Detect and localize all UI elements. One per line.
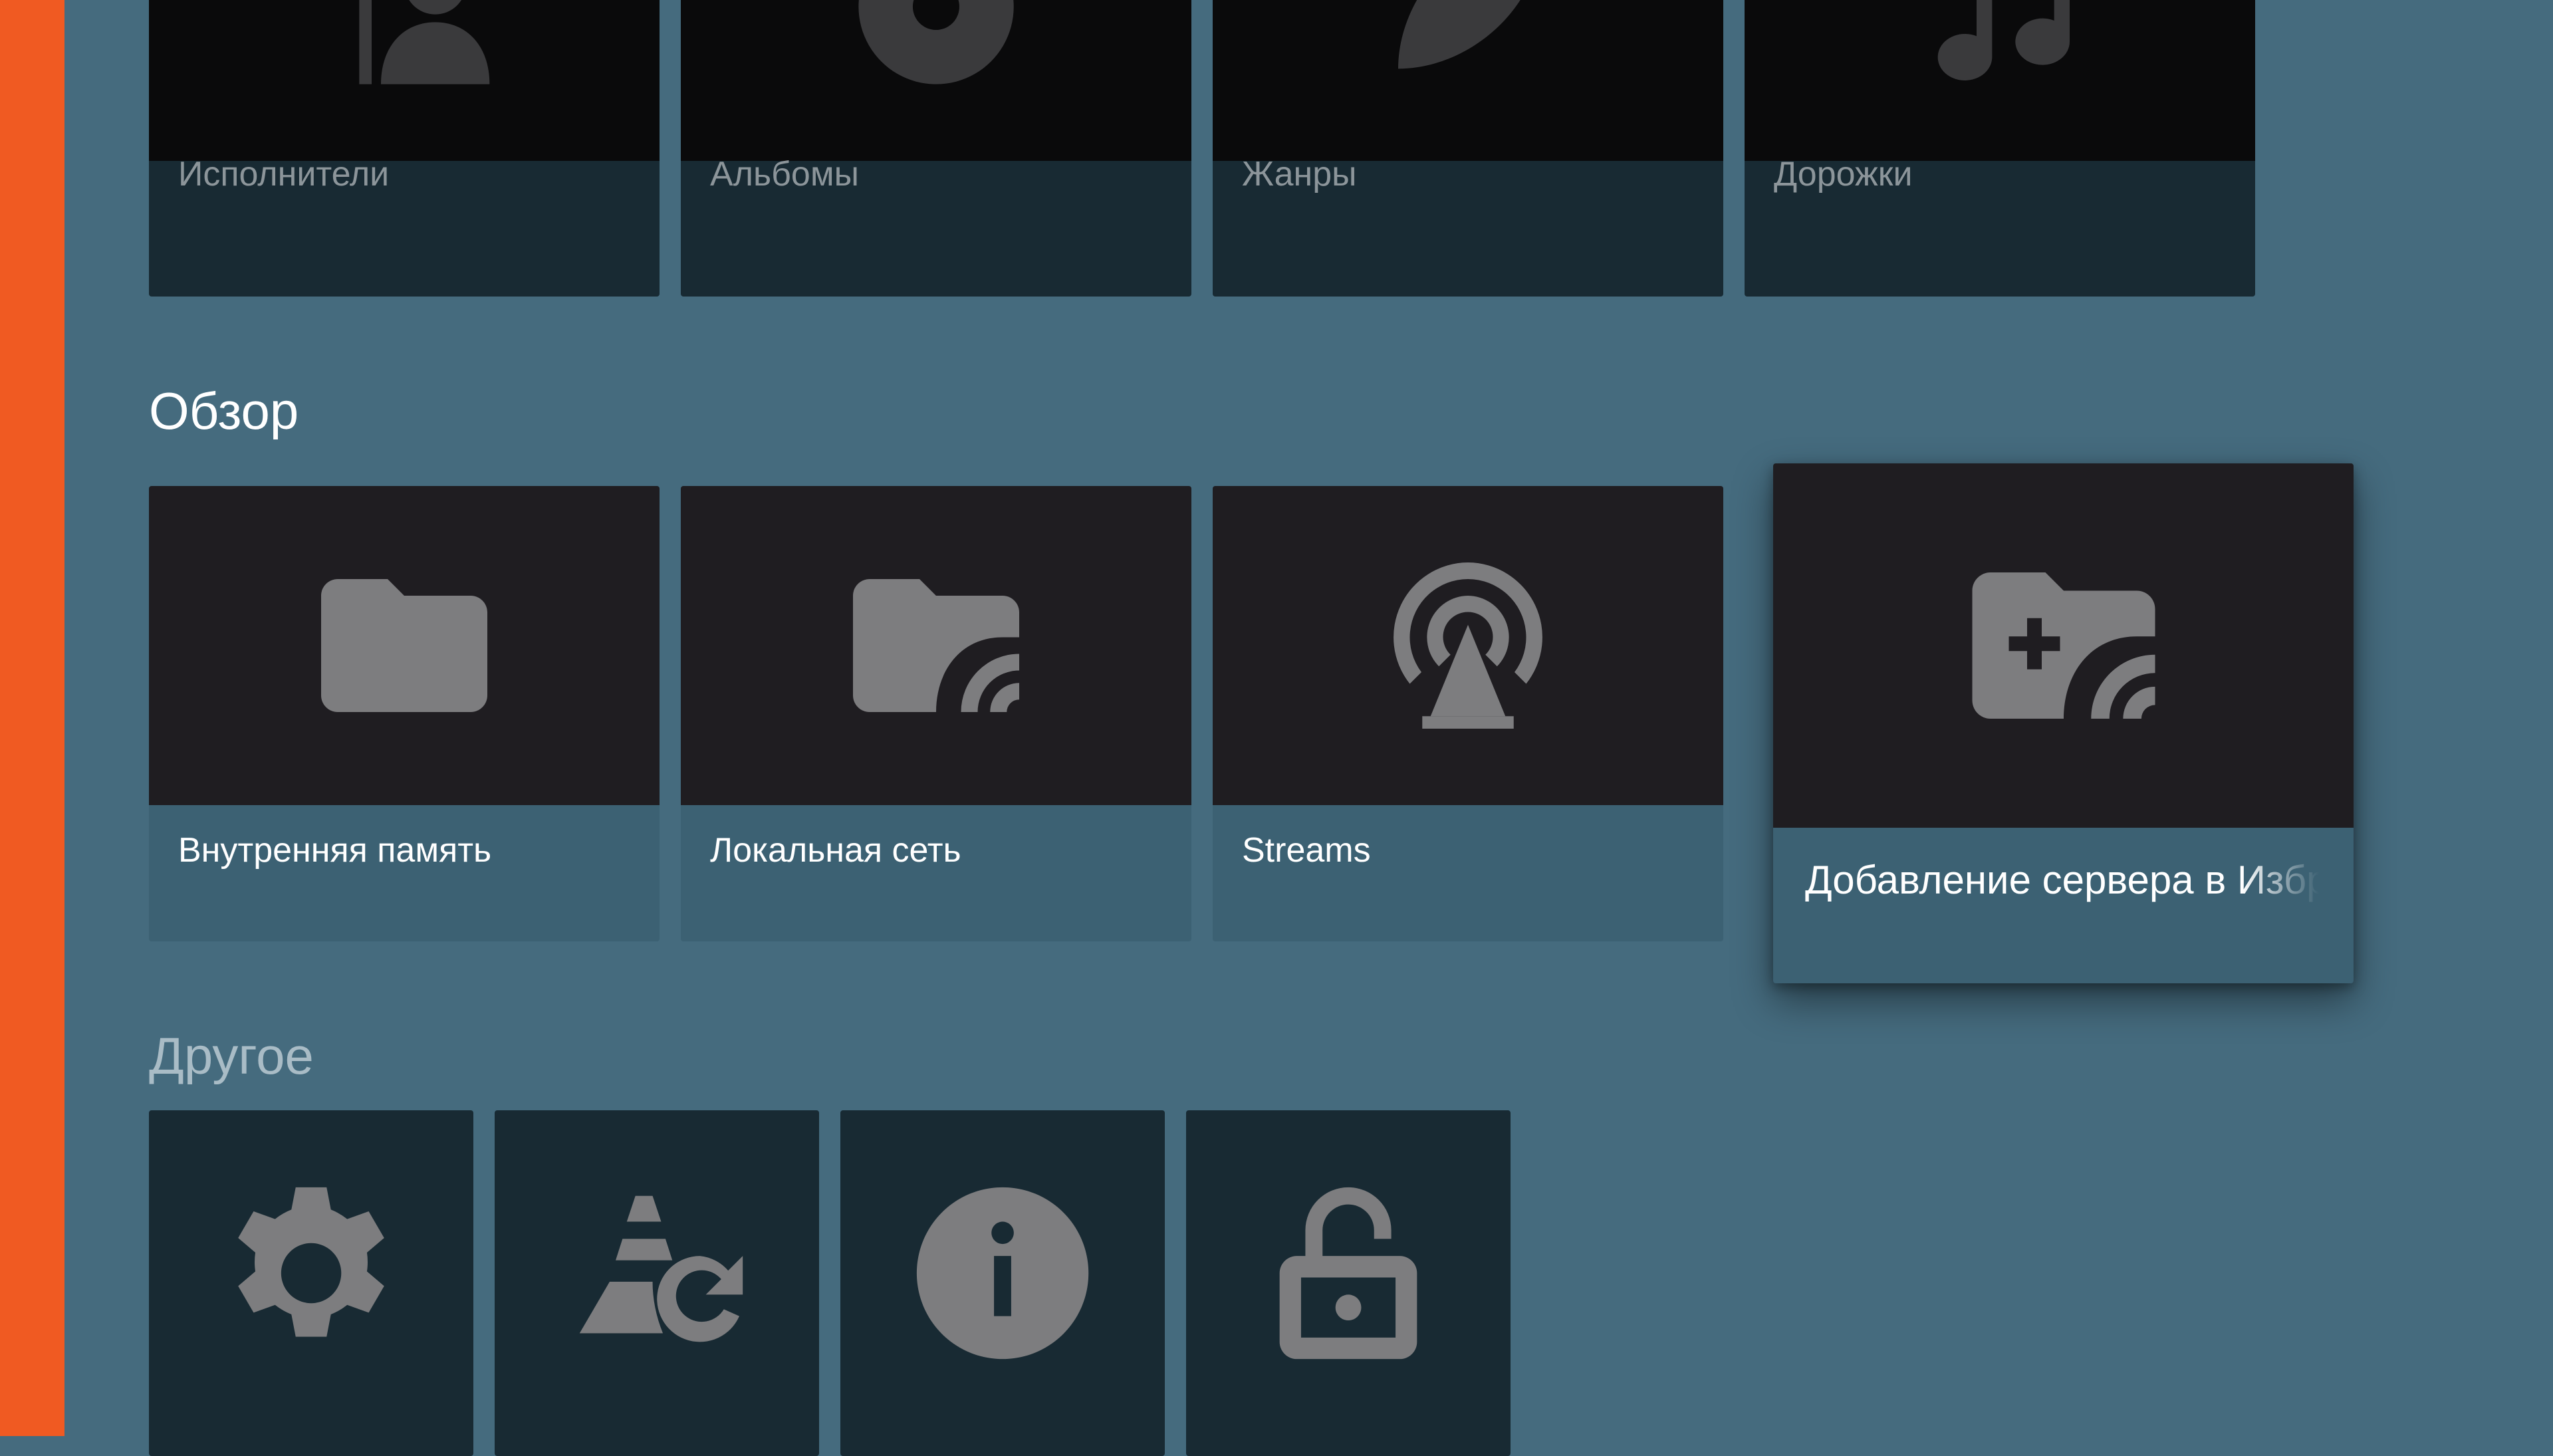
media-card-label: Исполнители <box>178 155 390 193</box>
other-card-about[interactable] <box>840 1110 1165 1456</box>
network-folder-icon <box>853 579 1019 712</box>
media-card-tracks[interactable]: Дорожки <box>1745 0 2255 297</box>
album-icon <box>858 0 1014 84</box>
browse-card-local-network[interactable]: Локальная сеть <box>681 486 1191 941</box>
music-note-icon <box>1937 0 2070 80</box>
add-network-folder-icon <box>1972 572 2155 719</box>
browse-card-label: Внутренняя память <box>178 831 492 870</box>
section-title-browse: Обзор <box>149 382 299 440</box>
unlock-icon <box>1279 1187 1417 1360</box>
side-accent-bar <box>0 0 64 1436</box>
other-card-unlock[interactable] <box>1186 1110 1511 1456</box>
folder-icon <box>321 579 487 712</box>
genre-icon <box>1398 0 1520 69</box>
media-card-label: Жанры <box>1242 155 1357 193</box>
media-card-artists[interactable]: Исполнители <box>149 0 660 297</box>
other-card-settings[interactable] <box>149 1110 473 1456</box>
artist-icon <box>359 0 490 84</box>
media-card-albums[interactable]: Альбомы <box>681 0 1191 297</box>
media-card-label: Дорожки <box>1774 155 1913 193</box>
browse-card-streams[interactable]: Streams <box>1213 486 1723 941</box>
browse-card-label: Локальная сеть <box>710 831 961 870</box>
vlc-refresh-icon <box>579 1195 743 1342</box>
other-card-vlc-refresh[interactable] <box>495 1110 819 1456</box>
section-title-other: Другое <box>149 1027 314 1085</box>
info-icon <box>916 1187 1089 1360</box>
browse-card-label: Streams <box>1242 831 1371 870</box>
media-card-label: Альбомы <box>710 155 859 193</box>
browse-card-internal-storage[interactable]: Внутренняя память <box>149 486 660 941</box>
browse-card-add-server-favorites[interactable]: Добавление сервера в Избранное <box>1773 463 2354 983</box>
media-card-genres[interactable]: Жанры <box>1213 0 1723 297</box>
stream-antenna-icon <box>1394 562 1542 729</box>
settings-gear-icon <box>238 1187 384 1337</box>
main-content: Исполнители Альбомы Жанры Дорожки Обзор … <box>64 0 2553 1456</box>
browse-card-label: Добавление сервера в Избранное <box>1805 858 2319 902</box>
